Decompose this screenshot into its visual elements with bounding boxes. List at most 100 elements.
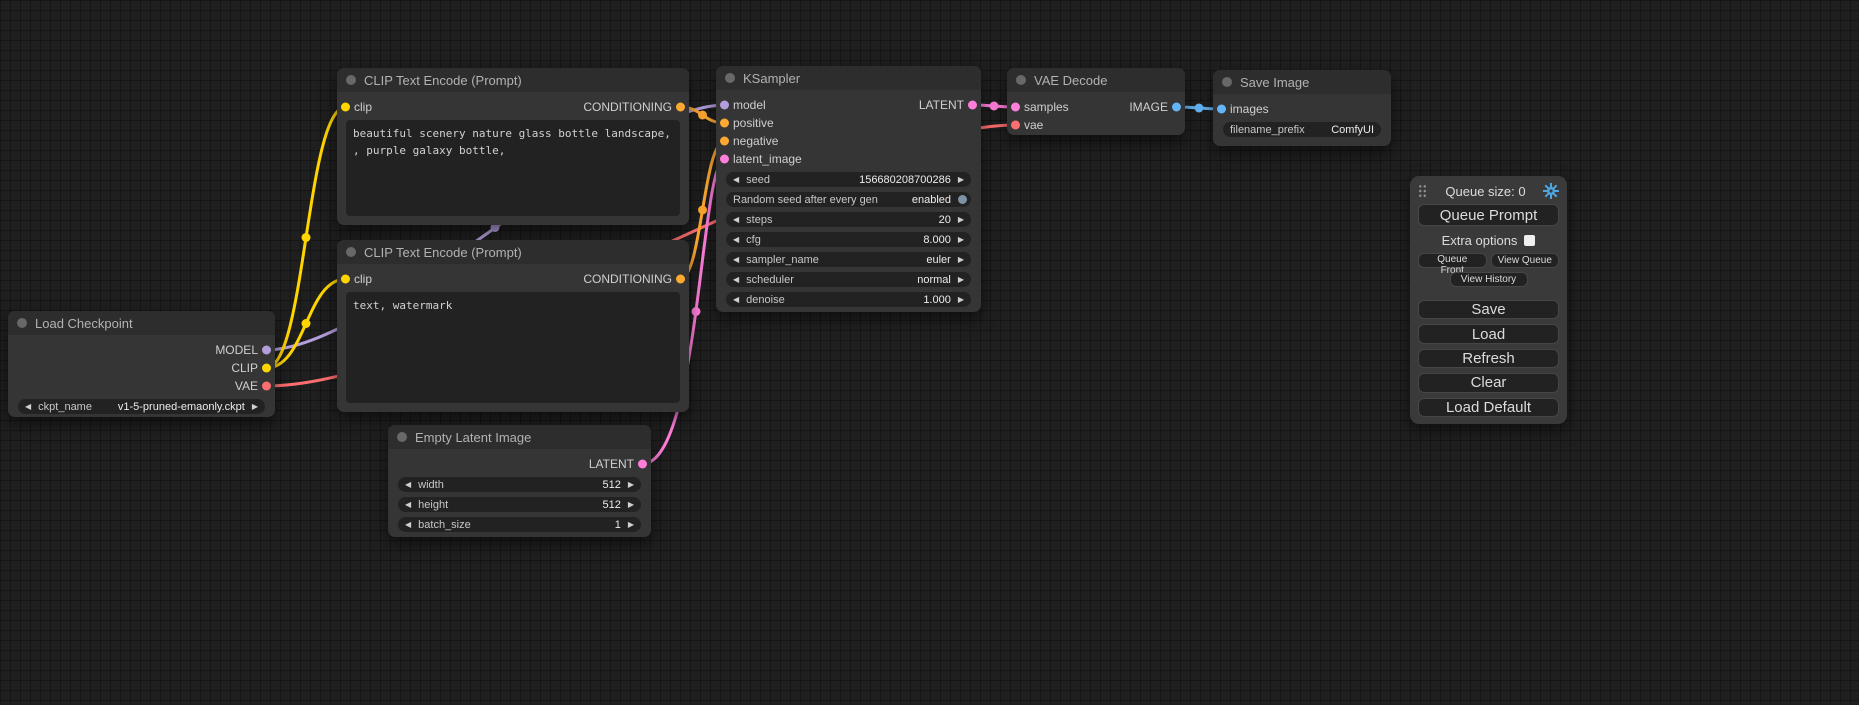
decrement-icon[interactable]: ◀ <box>733 236 739 244</box>
queue-front-button[interactable]: Queue Front <box>1418 253 1487 268</box>
samples-input-dot[interactable] <box>1011 103 1020 112</box>
scheduler-widget[interactable]: ◀ scheduler normal ▶ <box>726 272 971 287</box>
seed-control-widget[interactable]: Random seed after every gen enabled <box>726 192 971 207</box>
view-queue-button[interactable]: View Queue <box>1491 253 1560 268</box>
collapse-dot[interactable] <box>397 432 407 442</box>
steps-widget[interactable]: ◀ steps 20 ▶ <box>726 212 971 227</box>
increment-icon[interactable]: ▶ <box>628 481 634 489</box>
latent-output-dot[interactable] <box>638 460 647 469</box>
queue-prompt-button[interactable]: Queue Prompt <box>1418 204 1559 226</box>
decrement-icon[interactable]: ◀ <box>405 521 411 529</box>
sampler-name-widget[interactable]: ◀ sampler_name euler ▶ <box>726 252 971 267</box>
conditioning-output-dot[interactable] <box>676 103 685 112</box>
increment-icon[interactable]: ▶ <box>958 236 964 244</box>
node-title-bar[interactable]: KSampler <box>716 66 981 90</box>
height-widget[interactable]: ◀ height 512 ▶ <box>398 497 641 512</box>
widget-value: 512 <box>602 479 620 491</box>
decrement-icon[interactable]: ◀ <box>733 276 739 284</box>
slot-row: clip CONDITIONING <box>337 98 689 116</box>
negative-input-dot[interactable] <box>720 137 729 146</box>
model-input-dot[interactable] <box>720 101 729 110</box>
collapse-dot[interactable] <box>346 247 356 257</box>
collapse-dot[interactable] <box>725 73 735 83</box>
increment-icon[interactable]: ▶ <box>958 216 964 224</box>
widget-value: 512 <box>602 499 620 511</box>
increment-icon[interactable]: ▶ <box>958 256 964 264</box>
node-graph-canvas[interactable]: Load Checkpoint MODEL CLIP VAE ◀ ckpt_na… <box>0 0 1859 705</box>
collapse-dot[interactable] <box>346 75 356 85</box>
filename-prefix-widget[interactable]: filename_prefix ComfyUI <box>1223 122 1381 137</box>
view-history-button[interactable]: View History <box>1450 272 1528 287</box>
node-ksampler[interactable]: KSampler model LATENT positive negative … <box>716 66 981 312</box>
increment-icon[interactable]: ▶ <box>628 501 634 509</box>
widget-name: batch_size <box>418 519 471 531</box>
positive-input-dot[interactable] <box>720 119 729 128</box>
batch-size-widget[interactable]: ◀ batch_size 1 ▶ <box>398 517 641 532</box>
images-input-dot[interactable] <box>1217 105 1226 114</box>
refresh-button[interactable]: Refresh <box>1418 349 1559 368</box>
widget-value: euler <box>926 254 950 266</box>
output-label: CONDITIONING <box>583 100 672 114</box>
denoise-widget[interactable]: ◀ denoise 1.000 ▶ <box>726 292 971 307</box>
extra-options-checkbox[interactable] <box>1524 235 1535 246</box>
increment-icon[interactable]: ▶ <box>958 276 964 284</box>
cfg-widget[interactable]: ◀ cfg 8.000 ▶ <box>726 232 971 247</box>
node-empty-latent-image[interactable]: Empty Latent Image LATENT ◀ width 512 ▶ … <box>388 425 651 537</box>
node-title-bar[interactable]: CLIP Text Encode (Prompt) <box>337 240 689 264</box>
node-title: VAE Decode <box>1034 73 1107 88</box>
width-widget[interactable]: ◀ width 512 ▶ <box>398 477 641 492</box>
node-load-checkpoint[interactable]: Load Checkpoint MODEL CLIP VAE ◀ ckpt_na… <box>8 311 275 417</box>
seed-control-toggle-dot[interactable] <box>958 195 967 204</box>
load-button[interactable]: Load <box>1418 324 1559 343</box>
node-title-bar[interactable]: Empty Latent Image <box>388 425 651 449</box>
increment-icon[interactable]: ▶ <box>958 296 964 304</box>
collapse-dot[interactable] <box>1222 77 1232 87</box>
drag-handle-icon[interactable] <box>1418 184 1428 198</box>
load-default-button[interactable]: Load Default <box>1418 398 1559 417</box>
ckpt-name-widget[interactable]: ◀ ckpt_name v1-5-pruned-emaonly.ckpt ▶ <box>18 399 265 414</box>
node-title-bar[interactable]: CLIP Text Encode (Prompt) <box>337 68 689 92</box>
collapse-dot[interactable] <box>17 318 27 328</box>
node-save-image[interactable]: Save Image images filename_prefix ComfyU… <box>1213 70 1391 146</box>
latent-output-dot[interactable] <box>968 101 977 110</box>
output-label: VAE <box>235 379 258 393</box>
node-clip-text-encode-positive[interactable]: CLIP Text Encode (Prompt) clip CONDITION… <box>337 68 689 225</box>
prompt-textarea[interactable]: beautiful scenery nature glass bottle la… <box>346 120 680 216</box>
decrement-icon[interactable]: ◀ <box>733 176 739 184</box>
node-title-bar[interactable]: Save Image <box>1213 70 1391 94</box>
input-label: model <box>733 98 766 112</box>
node-clip-text-encode-negative[interactable]: CLIP Text Encode (Prompt) clip CONDITION… <box>337 240 689 412</box>
decrement-icon[interactable]: ◀ <box>733 216 739 224</box>
output-row: MODEL <box>8 341 275 359</box>
seed-widget[interactable]: ◀ seed 156680208700286 ▶ <box>726 172 971 187</box>
decrement-icon[interactable]: ◀ <box>25 403 31 411</box>
input-label: images <box>1230 102 1269 116</box>
clip-input-dot[interactable] <box>341 103 350 112</box>
image-output-dot[interactable] <box>1172 103 1181 112</box>
node-title-bar[interactable]: Load Checkpoint <box>8 311 275 335</box>
latent-image-input-dot[interactable] <box>720 155 729 164</box>
node-title-bar[interactable]: VAE Decode <box>1007 68 1185 92</box>
save-button[interactable]: Save <box>1418 300 1559 319</box>
collapse-dot[interactable] <box>1016 75 1026 85</box>
clear-button[interactable]: Clear <box>1418 373 1559 392</box>
model-output-dot[interactable] <box>262 346 271 355</box>
widget-value: 1 <box>615 519 621 531</box>
node-vae-decode[interactable]: VAE Decode samples IMAGE vae <box>1007 68 1185 135</box>
increment-icon[interactable]: ▶ <box>628 521 634 529</box>
decrement-icon[interactable]: ◀ <box>405 481 411 489</box>
vae-input-dot[interactable] <box>1011 121 1020 130</box>
conditioning-output-dot[interactable] <box>676 275 685 284</box>
vae-output-dot[interactable] <box>262 382 271 391</box>
extra-options-row: Extra options <box>1418 233 1559 248</box>
increment-icon[interactable]: ▶ <box>958 176 964 184</box>
decrement-icon[interactable]: ◀ <box>733 256 739 264</box>
clip-input-dot[interactable] <box>341 275 350 284</box>
prompt-textarea[interactable]: text, watermark <box>346 292 680 403</box>
clip-output-dot[interactable] <box>262 364 271 373</box>
settings-gear-icon[interactable] <box>1543 183 1559 199</box>
decrement-icon[interactable]: ◀ <box>733 296 739 304</box>
increment-icon[interactable]: ▶ <box>252 403 258 411</box>
output-row: VAE <box>8 377 275 395</box>
decrement-icon[interactable]: ◀ <box>405 501 411 509</box>
